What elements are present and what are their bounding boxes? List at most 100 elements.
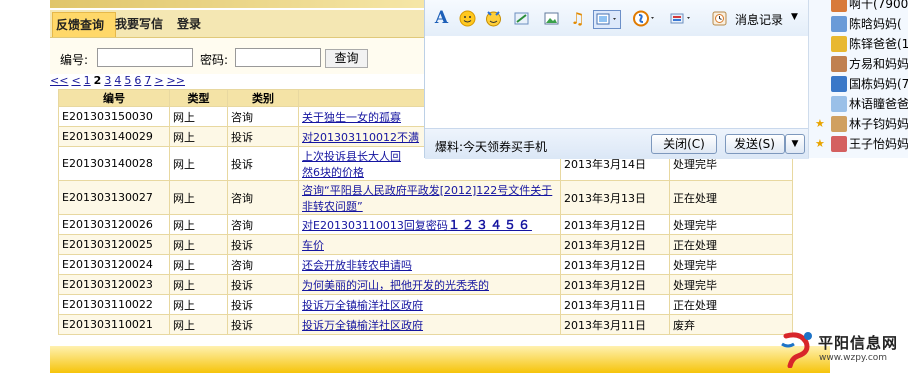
cell-type: 网上 <box>169 274 228 295</box>
cell-type: 网上 <box>169 234 228 255</box>
logo-url: www.wzpy.com <box>819 353 888 363</box>
font-icon[interactable]: A <box>433 10 450 27</box>
pagination: << <1 2 3 4 5 6 7 > >> <box>50 75 188 87</box>
logo-mark-icon <box>781 332 812 368</box>
cell-type: 网上 <box>169 146 228 181</box>
music-icon[interactable]: ♫ <box>569 10 586 27</box>
header-category: 类别 <box>227 89 299 107</box>
wink-icon[interactable] <box>485 10 502 27</box>
contact-item[interactable]: ★ 王子怡妈妈 <box>809 134 908 154</box>
chevron-down-icon[interactable]: ▼ <box>791 12 798 22</box>
cell-type: 网上 <box>169 254 228 275</box>
table-row: E201303120026 网上 咨询 对E201303110013回复密码１２… <box>58 214 793 235</box>
id-input[interactable] <box>97 48 193 67</box>
avatar <box>831 56 847 72</box>
contact-item[interactable]: 啊十(79006 <box>809 0 908 14</box>
cell-title: 咨询“平阳县人民政府平政发[2012]122号文件关于 非转农问题” <box>298 180 561 215</box>
emoji-icon[interactable] <box>459 10 476 27</box>
tab-write-letter[interactable]: 我要写信 <box>112 12 176 36</box>
tab-bar: 反馈查询 我要写信 登录 <box>50 10 430 38</box>
contact-item[interactable]: 国栋妈妈(7 <box>809 74 908 94</box>
contact-name: 陈铎爸爸(1 <box>849 37 908 51</box>
cell-id: E201303120025 <box>58 234 170 255</box>
table-row: E201303130027 网上 咨询 咨询“平阳县人民政府平政发[2012]1… <box>58 180 793 215</box>
table-row: E201303110021 网上 投诉 投诉万全镇榆洋社区政府 2013年3月1… <box>58 314 793 335</box>
cell-id: E201303110022 <box>58 294 170 315</box>
tab-feedback-query[interactable]: 反馈查询 <box>52 12 116 37</box>
title-link[interactable]: 投诉万全镇榆洋社区政府 <box>302 319 423 332</box>
chat-input-text[interactable]: 爆料:今天领券买手机 <box>435 138 547 155</box>
history-icon[interactable] <box>711 10 728 27</box>
next-page-link[interactable]: > <box>154 74 163 87</box>
star-icon: ★ <box>815 117 825 130</box>
screenshot-icon[interactable] <box>513 10 530 27</box>
title-link[interactable]: 关于独生一女的孤寡 <box>302 111 401 124</box>
avatar <box>831 36 847 52</box>
title-link[interactable]: 还会开放非转农申请吗 <box>302 259 412 272</box>
gift-icon[interactable] <box>669 10 693 27</box>
cell-category: 咨询 <box>227 214 299 235</box>
title-link-cont[interactable]: 然6块的价格 <box>302 166 364 179</box>
cell-category: 投诉 <box>227 146 299 181</box>
cell-category: 投诉 <box>227 314 299 335</box>
last-page-link[interactable]: >> <box>167 74 185 87</box>
contact-item[interactable]: ★ 林子钧妈妈 <box>809 114 908 134</box>
title-link[interactable]: 上次投诉县长大人回 <box>302 150 401 163</box>
cell-status: 正在处理 <box>669 180 793 215</box>
contact-name: 林子钧妈妈 <box>849 117 908 131</box>
app-icon[interactable] <box>633 10 657 27</box>
password-label: 密码: <box>200 53 229 67</box>
title-link[interactable]: 对E201303110013回复密码１２３４５６ <box>302 218 532 232</box>
password-input[interactable] <box>235 48 321 67</box>
contact-name: 啊十(79006 <box>849 0 908 11</box>
contact-item[interactable]: 陈铎爸爸(1 <box>809 34 908 54</box>
page-link-5[interactable]: 5 <box>124 74 131 87</box>
title-link-cont[interactable]: 非转农问题” <box>302 200 363 213</box>
chat-input-area[interactable] <box>425 36 809 128</box>
page-link-1[interactable]: 1 <box>84 74 91 87</box>
page-link-7[interactable]: 7 <box>144 74 151 87</box>
close-button[interactable]: 关闭(C) <box>651 134 717 154</box>
avatar <box>831 96 847 112</box>
page-link-6[interactable]: 6 <box>134 74 141 87</box>
contact-name: 王子怡妈妈 <box>849 137 908 151</box>
title-link[interactable]: 咨询“平阳县人民政府平政发[2012]122号文件关于 <box>302 184 552 197</box>
title-link[interactable]: 投诉万全镇榆洋社区政府 <box>302 299 423 312</box>
title-link[interactable]: 车价 <box>302 239 324 252</box>
cell-type: 网上 <box>169 294 228 315</box>
tab-login[interactable]: 登录 <box>174 12 212 36</box>
contact-item[interactable]: 林语瞳爸爸 <box>809 94 908 114</box>
cell-id: E201303120026 <box>58 214 170 235</box>
avatar <box>831 16 847 32</box>
cell-type: 网上 <box>169 180 228 215</box>
image-icon[interactable] <box>543 10 560 27</box>
title-link[interactable]: 对201303110012不满 <box>302 131 419 144</box>
cell-title: 投诉万全镇榆洋社区政府 <box>298 314 561 335</box>
query-button[interactable]: 查询 <box>325 49 368 68</box>
contact-list: 啊十(79006 陈晗妈妈( 陈铎爸爸(1 方易和妈妈 国栋妈妈(7 林语瞳爸爸… <box>808 0 908 158</box>
avatar <box>831 76 847 92</box>
cell-type: 网上 <box>169 314 228 335</box>
cell-id: E201303130027 <box>58 180 170 215</box>
cell-status: 正在处理 <box>669 234 793 255</box>
page-link-3[interactable]: 3 <box>104 74 111 87</box>
screen-capture-icon[interactable] <box>593 10 621 29</box>
header-type: 类型 <box>169 89 228 107</box>
contact-item[interactable]: 陈晗妈妈( <box>809 14 908 34</box>
send-options-chevron-icon[interactable]: ▼ <box>785 134 805 154</box>
site-logo: 平阳信息网 www.wzpy.com <box>778 328 908 372</box>
avatar <box>831 0 847 12</box>
first-page-link[interactable]: << <box>50 74 68 87</box>
cell-status: 处理完毕 <box>669 254 793 275</box>
send-button[interactable]: 发送(S) <box>725 134 785 154</box>
current-page: 2 <box>93 74 102 87</box>
chat-toolbar: A ♫ 消息记录 ▼ <box>425 0 809 36</box>
prev-page-link[interactable]: < <box>71 74 80 87</box>
contact-item[interactable]: 方易和妈妈 <box>809 54 908 74</box>
page-link-4[interactable]: 4 <box>114 74 121 87</box>
cell-date: 2013年3月12日 <box>560 254 670 275</box>
title-link[interactable]: 为何美丽的河山，把他开发的光秃秃的 <box>302 279 489 292</box>
message-record-button[interactable]: 消息记录 <box>735 11 783 28</box>
avatar <box>831 136 847 152</box>
cell-title: 车价 <box>298 234 561 255</box>
